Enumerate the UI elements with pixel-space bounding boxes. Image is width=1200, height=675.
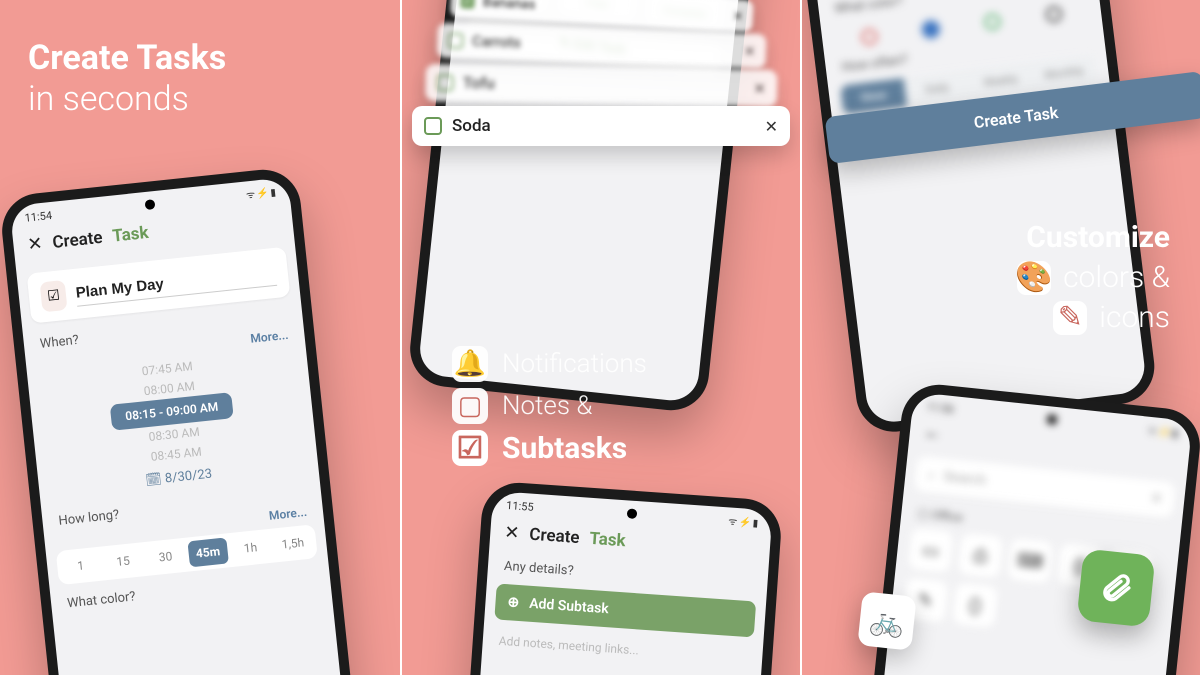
camera-punchhole: [1047, 414, 1058, 425]
subtask-item[interactable]: Tofu ✕: [425, 64, 777, 107]
icon-cell[interactable]: ⌨: [1007, 538, 1053, 584]
plus-icon: ⊕: [507, 594, 520, 611]
status-icons: ᯤ ⚡ ▮: [1147, 423, 1178, 440]
duration-opt[interactable]: 1: [60, 551, 101, 581]
title-b: Task: [111, 222, 149, 246]
headline-line3: icons: [1099, 300, 1170, 336]
color-swatch-blue-selected[interactable]: [922, 20, 940, 38]
icon-cell[interactable]: ▭: [908, 528, 954, 574]
subtask-item-front[interactable]: Soda ✕: [412, 106, 790, 146]
checkbox-icon[interactable]: [437, 74, 454, 91]
bell-icon: 🔔: [452, 346, 488, 382]
feature-notes: ▢ Notes &: [452, 388, 647, 424]
close-icon[interactable]: ✕: [732, 8, 744, 24]
calendar-icon: 🗓: [145, 472, 163, 489]
status-time: 11:54: [24, 208, 53, 224]
clear-icon[interactable]: ✕: [1150, 490, 1163, 507]
date-value: 8/30/23: [164, 467, 213, 487]
color-swatch-red[interactable]: [860, 28, 878, 46]
duration-opt[interactable]: 1h: [230, 533, 271, 563]
panel-3: What color? How often? Once Daily Weekly…: [800, 0, 1200, 675]
checkbox-icon[interactable]: [447, 33, 463, 49]
status-icons: ᯤ ⚡ ▮: [728, 513, 758, 529]
color-swatch-black[interactable]: [1045, 5, 1063, 23]
phone-2-bottom: 11:55 ᯤ ⚡ ▮ ✕ Create Task Any details? ⊕…: [441, 480, 784, 675]
subtask-text: Soda: [452, 116, 755, 136]
panel1-headline: Create Tasks in seconds: [28, 38, 226, 120]
subtask-text: Bananas: [482, 0, 725, 23]
duration-opt-selected[interactable]: 45m: [187, 537, 228, 567]
status-icons: ᯤ ⚡ ▮: [245, 184, 276, 201]
screen-1: 11:54 ᯤ ⚡ ▮ ✕ Create Task ☑︎ When? More.…: [9, 177, 350, 675]
subtask-text: Tofu: [463, 74, 745, 98]
feature-label: Subtasks: [502, 431, 627, 466]
feature-label: Notifications: [502, 349, 647, 379]
bike-icon-chip[interactable]: 🚲: [857, 591, 916, 650]
title-b: Task: [589, 528, 627, 550]
paperclip-icon: [1097, 569, 1134, 606]
headline-line2: colors &: [1063, 260, 1170, 296]
camera-punchhole: [145, 199, 156, 210]
search-placeholder: Search: [942, 469, 986, 489]
phone-3-top: What color? How often? Once Daily Weekly…: [800, 0, 1159, 436]
duration-opt[interactable]: 15: [103, 546, 144, 576]
palette-icon: 🎨: [1017, 261, 1051, 295]
feature-notifications: 🔔 Notifications: [452, 346, 647, 382]
camera-punchhole: [627, 508, 638, 519]
close-icon[interactable]: ✕: [744, 43, 756, 60]
close-icon[interactable]: ✕: [26, 233, 43, 255]
panel-1: Create Tasks in seconds 11:54 ᯤ ⚡ ▮ ✕ Cr…: [0, 0, 400, 675]
task-title-input[interactable]: [75, 260, 278, 307]
feature-label: Notes &: [502, 391, 592, 421]
close-icon[interactable]: ✕: [504, 522, 521, 544]
phone-1: 11:54 ᯤ ⚡ ▮ ✕ Create Task ☑︎ When? More.…: [0, 166, 362, 675]
checklist-icon: ☑︎: [452, 430, 488, 466]
note-icon: ▢: [452, 388, 488, 424]
panel-2: Delete Copy Complete ✎ Edit Task ✓ Banan…: [400, 0, 800, 675]
task-icon-chip[interactable]: ☑︎: [40, 280, 68, 312]
duration-opt[interactable]: 1,5h: [272, 529, 313, 559]
headline-strong: Customize: [1017, 220, 1170, 256]
icon-cell[interactable]: (): [952, 582, 998, 628]
title-a: Create: [51, 227, 103, 252]
checkbox-icon[interactable]: [424, 117, 442, 135]
color-swatch-green[interactable]: [983, 13, 1001, 31]
headline-light: in seconds: [28, 79, 226, 120]
close-icon[interactable]: ✕: [765, 117, 778, 136]
checkbox-icon[interactable]: ✓: [460, 0, 475, 9]
feature-list: 🔔 Notifications ▢ Notes & ☑︎ Subtasks: [452, 340, 647, 472]
title-a: Create: [529, 524, 580, 547]
add-subtask-label: Add Subtask: [529, 596, 610, 618]
icon-cell[interactable]: ⎙: [957, 533, 1003, 579]
panel3-headline: Customize 🎨 colors & ✎ icons: [1017, 220, 1170, 340]
attach-fab[interactable]: [1076, 548, 1155, 627]
headline-strong: Create Tasks: [28, 38, 226, 79]
search-icon: ⌕: [927, 467, 936, 484]
subtask-stack: ✓ Bananas ✕ Carrots ✕ Tofu ✕ Soda ✕: [412, 0, 790, 162]
subtask-text: Carrots: [472, 33, 736, 60]
status-time: 11:55: [506, 498, 534, 513]
duration-opt[interactable]: 30: [145, 542, 186, 572]
feature-subtasks: ☑︎ Subtasks: [452, 430, 647, 466]
screen-3-top: What color? How often? Once Daily Weekly…: [800, 0, 1148, 425]
pencil-icon: ✎: [1053, 301, 1087, 335]
status-time: 11:56: [926, 400, 955, 416]
screen-2-bottom: 11:55 ᯤ ⚡ ▮ ✕ Create Task Any details? ⊕…: [451, 491, 772, 675]
close-icon[interactable]: ✕: [753, 79, 766, 97]
